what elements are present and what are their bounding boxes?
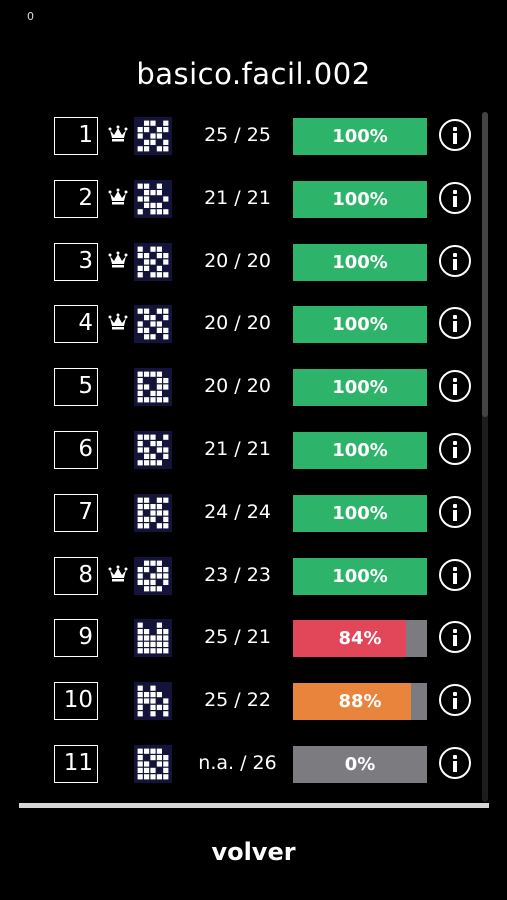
level-number: 4 [78,310,93,337]
level-score: 25 / 22 [204,689,271,712]
info-icon[interactable] [439,621,471,654]
progress-bar: 100% [293,306,427,344]
level-number: 9 [78,624,93,651]
progress-bar: 100% [293,180,427,218]
level-row[interactable]: 9 25 / 21 84% [0,609,480,671]
progress-percent: 100% [332,377,388,399]
level-number-box: 6 [54,431,98,469]
progress-bar: 88% [293,683,427,721]
info-icon[interactable] [439,370,471,403]
divider [19,803,489,808]
progress-bar: 100% [293,369,427,407]
level-score: 23 / 23 [204,563,271,586]
progress-percent: 100% [332,565,388,587]
progress-percent: 100% [332,126,388,147]
level-score: 20 / 20 [204,375,271,398]
page-title: basico.facil.002 [136,57,371,91]
level-score: 25 / 21 [204,626,271,649]
level-row[interactable]: 8 23 / 23 100% [0,547,480,609]
crown-icon [108,125,128,142]
puzzle-thumbnail [134,493,172,532]
progress-percent: 100% [332,251,388,273]
scrollbar-thumb[interactable] [482,112,488,417]
level-row[interactable]: 7 24 / 24 100% [0,484,480,546]
progress-bar: 84% [293,620,427,658]
puzzle-thumbnail [134,117,172,155]
level-number: 8 [78,561,93,588]
level-row[interactable]: 5 20 / 20 100% [0,358,480,420]
level-row[interactable]: 2 21 / 21 100% [0,170,480,232]
progress-bar: 0% [293,746,427,783]
info-icon[interactable] [439,495,471,528]
level-number: 6 [78,436,93,462]
info-icon[interactable] [439,119,471,151]
level-number-box: 4 [54,305,98,344]
crown-icon [108,565,128,582]
puzzle-thumbnail [134,242,172,281]
puzzle-thumbnail [134,368,172,407]
level-number: 2 [78,184,93,211]
level-number-box: 2 [54,179,98,218]
puzzle-thumbnail [134,431,172,469]
level-number: 11 [63,750,93,776]
level-number: 7 [78,498,93,525]
progress-bar: 100% [293,557,427,595]
progress-percent: 100% [332,502,388,524]
level-row[interactable]: 6 21 / 21 100% [0,421,480,483]
level-number-box: 1 [54,117,98,155]
progress-percent: 84% [338,628,382,650]
level-number-box: 8 [54,556,98,595]
level-number-box: 5 [54,368,98,407]
scrollbar[interactable] [482,112,488,802]
info-icon[interactable] [439,244,471,277]
crown-icon [108,251,128,268]
progress-bar: 100% [293,118,427,155]
progress-percent: 100% [332,314,388,336]
puzzle-thumbnail [134,619,172,658]
level-score: 21 / 21 [204,186,271,209]
crown-icon [108,188,128,205]
progress-bar: 100% [293,494,427,532]
info-icon[interactable] [439,181,471,214]
level-number: 1 [78,122,93,148]
puzzle-thumbnail [134,556,172,595]
level-number-box: 3 [54,242,98,281]
puzzle-thumbnail [134,179,172,218]
info-icon[interactable] [439,558,471,591]
info-icon[interactable] [439,747,471,779]
progress-bar: 100% [293,432,427,469]
level-number-box: 7 [54,493,98,532]
level-number-box: 11 [54,745,98,783]
progress-percent: 0% [344,754,376,775]
status-counter: 0 [27,10,34,23]
info-icon[interactable] [439,307,471,340]
level-number: 3 [78,247,93,274]
level-number-box: 9 [54,619,98,658]
level-score: 25 / 25 [204,124,271,146]
back-button[interactable]: volver [0,838,507,866]
level-score: 24 / 24 [204,500,271,523]
level-row[interactable]: 4 20 / 20 100% [0,295,480,357]
level-row[interactable]: 1 25 / 25 100% [0,107,480,169]
level-score: 20 / 20 [204,249,271,272]
progress-percent: 100% [332,188,388,210]
progress-percent: 88% [338,691,382,713]
progress-bar: 100% [293,243,427,281]
level-score: 20 / 20 [204,312,271,335]
level-number-box: 10 [54,682,98,721]
puzzle-thumbnail [134,305,172,344]
level-row[interactable]: 3 20 / 20 100% [0,233,480,295]
level-number: 5 [78,373,93,400]
crown-icon [108,313,128,330]
level-score: 21 / 21 [204,438,271,460]
level-score: n.a. / 26 [198,752,277,774]
puzzle-thumbnail [134,682,172,721]
info-icon[interactable] [439,684,471,717]
level-row[interactable]: 11 n.a. / 26 0% [0,735,480,797]
puzzle-thumbnail [134,745,172,783]
progress-percent: 100% [332,440,388,461]
level-row[interactable]: 10 25 / 22 88% [0,672,480,734]
info-icon[interactable] [439,433,471,465]
level-number: 10 [63,687,93,714]
